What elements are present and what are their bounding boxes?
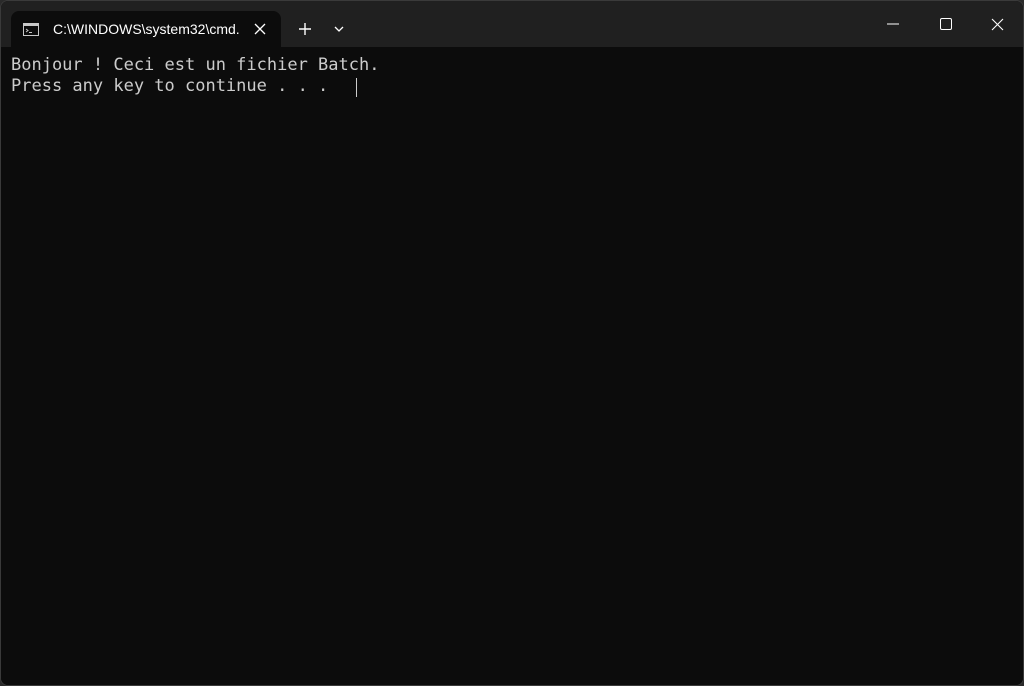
console-line: Press any key to continue . . . — [11, 76, 339, 96]
new-tab-button[interactable] — [293, 15, 317, 43]
terminal-icon — [23, 22, 39, 36]
tab-cmd[interactable]: C:\WINDOWS\system32\cmd. — [11, 11, 281, 47]
close-icon — [991, 18, 1003, 30]
console-line: Bonjour ! Ceci est un fichier Batch. — [11, 55, 380, 75]
minimize-button[interactable] — [867, 1, 919, 47]
minimize-icon — [887, 23, 899, 25]
close-window-button[interactable] — [971, 1, 1023, 47]
text-cursor — [356, 78, 357, 97]
close-icon — [254, 23, 266, 35]
maximize-icon — [940, 18, 952, 30]
title-bar[interactable]: C:\WINDOWS\system32\cmd. — [1, 1, 1023, 47]
chevron-down-icon — [334, 26, 344, 32]
maximize-button[interactable] — [920, 1, 972, 47]
plus-icon — [299, 23, 311, 35]
close-tab-button[interactable] — [251, 20, 269, 38]
tab-title: C:\WINDOWS\system32\cmd. — [53, 21, 240, 37]
console-output[interactable]: Bonjour ! Ceci est un fichier Batch. Pre… — [1, 47, 1023, 685]
tab-dropdown-button[interactable] — [327, 15, 351, 43]
terminal-window: C:\WINDOWS\system32\cmd. Bonjour ! Ceci … — [0, 0, 1024, 686]
